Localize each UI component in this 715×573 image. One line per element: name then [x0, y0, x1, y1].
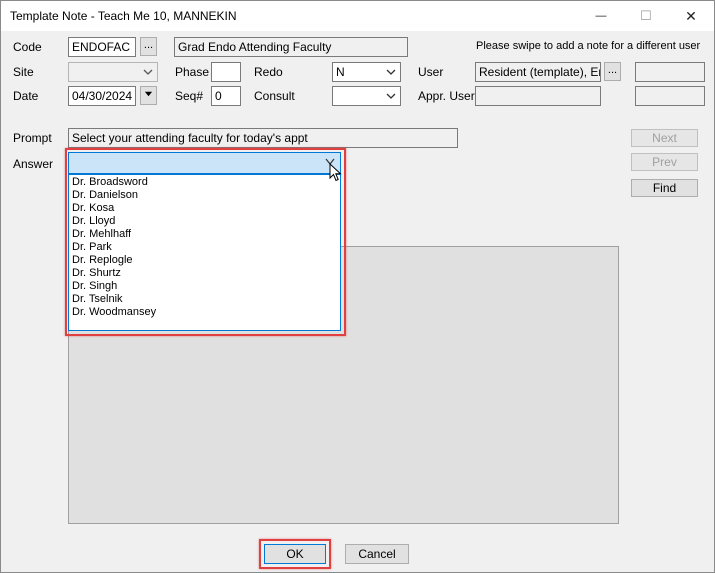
- triangle-down-icon: [144, 91, 153, 97]
- date-field[interactable]: 04/30/2024: [68, 86, 136, 106]
- title-bar: Template Note - Teach Me 10, MANNEKIN — …: [1, 1, 714, 31]
- phase-label: Phase: [175, 65, 210, 79]
- prompt-text: Select your attending faculty for today'…: [68, 128, 458, 148]
- ok-highlight: [259, 539, 331, 569]
- user-label: User: [418, 65, 444, 79]
- user-field: Resident (template), Endo: [475, 62, 601, 82]
- seq-field[interactable]: 0: [211, 86, 241, 106]
- maximize-button[interactable]: ☐: [623, 1, 669, 31]
- find-button[interactable]: Find: [631, 179, 698, 197]
- dropdown-highlight: [65, 148, 346, 336]
- redo-label: Redo: [254, 65, 283, 79]
- close-icon: ✕: [685, 7, 697, 24]
- prompt-label: Prompt: [13, 131, 52, 145]
- maximize-icon: ☐: [640, 8, 652, 23]
- swipe-notice: Please swipe to add a note for a differe…: [476, 40, 701, 52]
- redo-value: N: [336, 65, 345, 79]
- redo-select[interactable]: N: [332, 62, 401, 82]
- site-label: Site: [13, 65, 34, 79]
- cancel-button[interactable]: Cancel: [345, 544, 409, 564]
- next-button[interactable]: Next: [631, 129, 698, 147]
- appr-user-label: Appr. User: [418, 89, 475, 103]
- window-title: Template Note - Teach Me 10, MANNEKIN: [10, 9, 237, 23]
- code-label: Code: [13, 40, 42, 54]
- user-extra-field: [635, 62, 705, 82]
- code-description: Grad Endo Attending Faculty: [174, 37, 408, 57]
- template-note-window: Template Note - Teach Me 10, MANNEKIN — …: [0, 0, 715, 573]
- date-label: Date: [13, 89, 39, 103]
- user-browse-button[interactable]: ...: [604, 62, 621, 81]
- site-select[interactable]: [68, 62, 158, 82]
- code-browse-button[interactable]: ...: [140, 37, 157, 56]
- phase-field[interactable]: [211, 62, 241, 82]
- appr-user-field: [475, 86, 601, 106]
- chevron-down-icon: [386, 93, 396, 99]
- code-field[interactable]: ENDOFAC: [68, 37, 136, 57]
- chevron-down-icon: [386, 69, 396, 75]
- consult-select[interactable]: [332, 86, 401, 106]
- minimize-icon: —: [595, 10, 607, 22]
- close-button[interactable]: ✕: [668, 1, 714, 31]
- chevron-down-icon: [143, 69, 153, 75]
- minimize-button[interactable]: —: [578, 1, 624, 31]
- answer-label: Answer: [13, 157, 54, 171]
- appr-user-extra-field: [635, 86, 705, 106]
- prev-button[interactable]: Prev: [631, 153, 698, 171]
- seq-label: Seq#: [175, 89, 204, 103]
- consult-label: Consult: [254, 89, 295, 103]
- date-dropdown-button[interactable]: [140, 86, 157, 105]
